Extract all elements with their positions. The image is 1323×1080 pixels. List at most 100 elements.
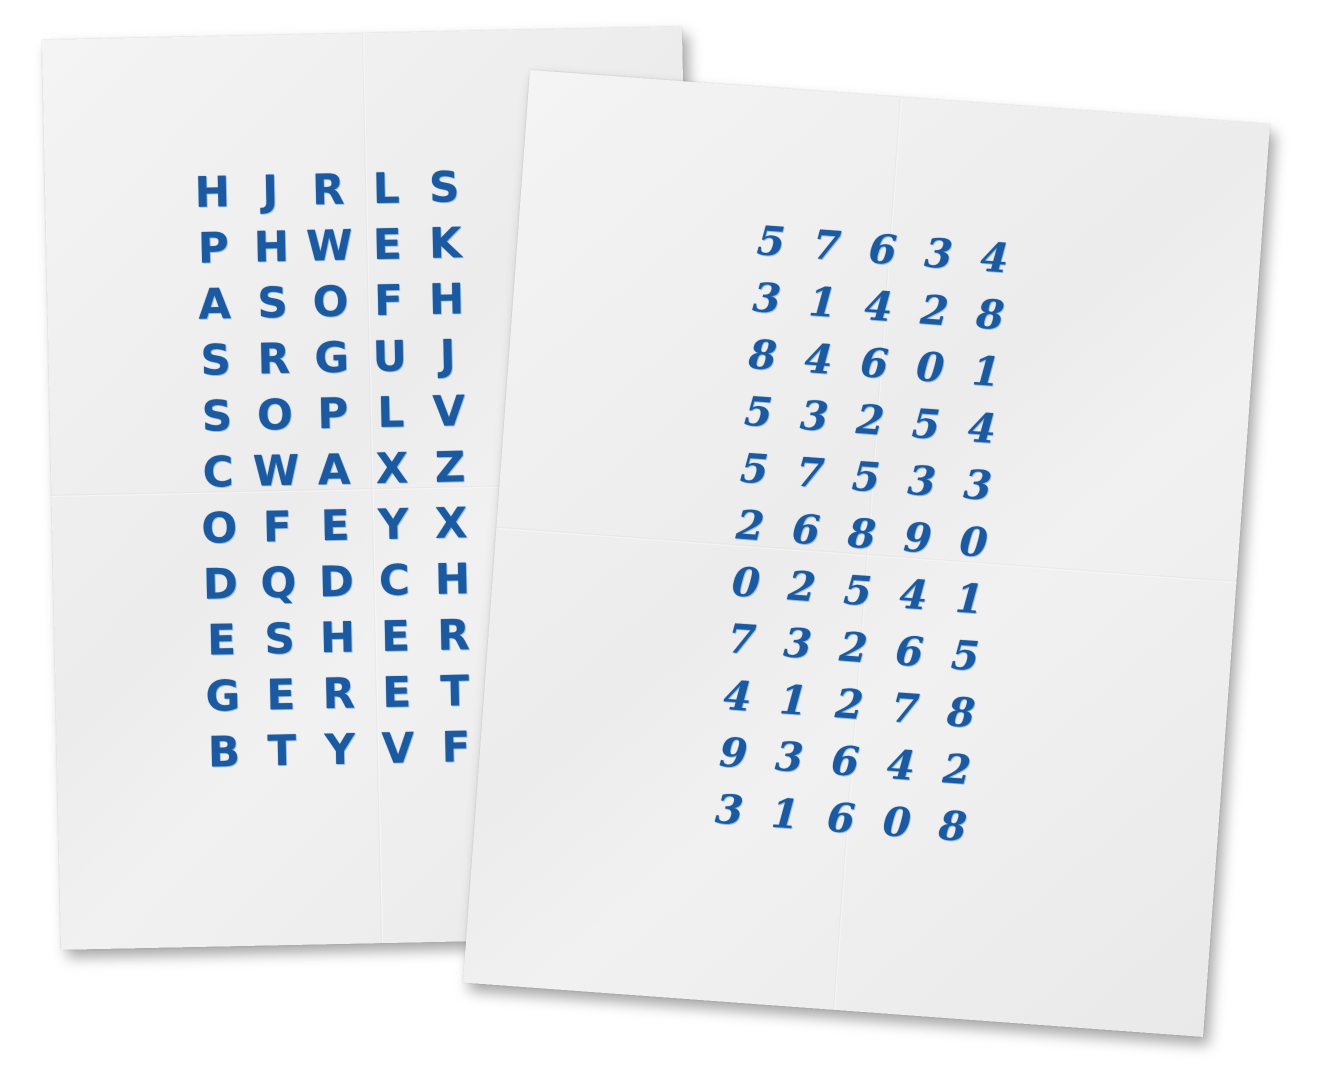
handwritten-glyph: H bbox=[253, 221, 290, 272]
handwritten-glyph: V bbox=[432, 386, 466, 436]
handwritten-glyph: 1 bbox=[777, 676, 810, 725]
handwritten-glyph: A bbox=[317, 444, 351, 495]
handwritten-glyph: 4 bbox=[885, 741, 917, 790]
handwritten-glyph: 5 bbox=[842, 566, 874, 616]
scene: HJRLSPHWEKASOFHSRGUJSOPLVCWAXZOFEYXDQDCH… bbox=[0, 0, 1323, 1080]
glyph-row: SOPLV bbox=[187, 383, 478, 445]
glyph-row: CWAXZ bbox=[189, 439, 480, 501]
handwritten-glyph: 5 bbox=[738, 444, 770, 494]
handwritten-glyph: 4 bbox=[897, 570, 930, 620]
handwritten-glyph: U bbox=[372, 331, 408, 382]
handwritten-glyph: F bbox=[373, 275, 404, 326]
glyph-row: HJRLS bbox=[183, 159, 474, 221]
handwritten-glyph: 6 bbox=[893, 627, 926, 677]
handwritten-glyph: 5 bbox=[910, 400, 942, 449]
handwritten-glyph: O bbox=[256, 389, 294, 440]
handwritten-glyph: 5 bbox=[949, 631, 981, 681]
numbers-sheet: 5763431428846015325457533268900254173265… bbox=[462, 70, 1271, 1037]
handwritten-glyph: L bbox=[372, 163, 401, 214]
handwritten-glyph: 2 bbox=[918, 286, 951, 336]
handwritten-glyph: 1 bbox=[807, 278, 839, 328]
handwritten-glyph: O bbox=[200, 503, 238, 553]
handwritten-glyph: S bbox=[428, 162, 460, 212]
handwritten-glyph: 0 bbox=[914, 343, 946, 393]
handwritten-glyph: Y bbox=[377, 499, 409, 550]
handwritten-glyph: S bbox=[200, 335, 232, 385]
handwritten-glyph: Q bbox=[260, 557, 297, 608]
handwritten-glyph: 5 bbox=[742, 387, 775, 437]
handwritten-glyph: 7 bbox=[889, 684, 921, 734]
handwritten-glyph: 3 bbox=[782, 619, 814, 669]
handwritten-glyph: 4 bbox=[966, 404, 998, 454]
handwritten-glyph: T bbox=[439, 666, 470, 716]
handwritten-glyph: X bbox=[375, 443, 409, 494]
glyph-row: GERET bbox=[193, 663, 484, 725]
handwritten-glyph: 6 bbox=[858, 339, 891, 388]
handwritten-glyph: X bbox=[434, 498, 468, 548]
handwritten-glyph: 0 bbox=[881, 797, 913, 847]
handwritten-glyph: R bbox=[311, 164, 345, 215]
handwritten-glyph: 2 bbox=[854, 395, 886, 445]
handwritten-glyph: L bbox=[376, 387, 405, 438]
handwritten-glyph: 1 bbox=[953, 574, 986, 624]
handwritten-glyph: 6 bbox=[790, 505, 822, 555]
handwritten-glyph: 0 bbox=[730, 558, 762, 608]
handwritten-glyph: F bbox=[441, 722, 471, 772]
handwritten-glyph: O bbox=[312, 276, 349, 327]
handwritten-glyph: D bbox=[318, 556, 355, 607]
handwritten-glyph: S bbox=[263, 613, 296, 664]
handwritten-glyph: 0 bbox=[957, 517, 990, 567]
handwritten-glyph: H bbox=[319, 612, 356, 663]
handwritten-glyph: E bbox=[320, 500, 351, 551]
handwritten-glyph: J bbox=[261, 166, 279, 216]
numbers-grid: 5763431428846015325457533268900254173265… bbox=[699, 211, 1024, 857]
handwritten-glyph: 8 bbox=[945, 688, 977, 738]
handwritten-glyph: 4 bbox=[978, 233, 1011, 283]
handwritten-glyph: 3 bbox=[798, 391, 831, 441]
handwritten-glyph: H bbox=[428, 274, 465, 324]
handwritten-glyph: 4 bbox=[722, 671, 754, 721]
handwritten-glyph: E bbox=[380, 611, 411, 662]
handwritten-glyph: A bbox=[197, 279, 232, 329]
handwritten-glyph: R bbox=[257, 333, 291, 384]
handwritten-glyph: 2 bbox=[837, 623, 870, 673]
handwritten-glyph: 7 bbox=[726, 615, 758, 665]
handwritten-glyph: P bbox=[197, 223, 230, 273]
handwritten-glyph: 2 bbox=[833, 680, 865, 730]
letters-grid: HJRLSPHWEKASOFHSRGUJSOPLVCWAXZOFEYXDQDCH… bbox=[183, 159, 486, 781]
handwritten-glyph: 8 bbox=[846, 509, 878, 559]
handwritten-glyph: E bbox=[381, 667, 412, 718]
glyph-row: PHWEK bbox=[184, 215, 475, 277]
handwritten-glyph: Y bbox=[324, 724, 356, 775]
handwritten-glyph: 1 bbox=[769, 789, 801, 839]
handwritten-glyph: 3 bbox=[962, 460, 994, 510]
handwritten-glyph: 6 bbox=[825, 793, 857, 843]
handwritten-glyph: 9 bbox=[902, 513, 934, 563]
glyph-row: DQDCH bbox=[191, 551, 482, 613]
handwritten-glyph: 6 bbox=[867, 225, 899, 275]
handwritten-glyph: 3 bbox=[751, 274, 783, 323]
handwritten-glyph: 1 bbox=[970, 347, 1002, 397]
handwritten-glyph: S bbox=[256, 277, 289, 328]
handwritten-glyph: 8 bbox=[747, 330, 779, 380]
glyph-row: ASOFH bbox=[185, 271, 476, 333]
handwritten-glyph: E bbox=[265, 669, 296, 720]
handwritten-glyph: 3 bbox=[773, 732, 805, 782]
handwritten-glyph: P bbox=[316, 388, 349, 439]
handwritten-glyph: J bbox=[439, 330, 457, 380]
handwritten-glyph: C bbox=[202, 447, 234, 497]
handwritten-glyph: 8 bbox=[974, 290, 1006, 340]
handwritten-glyph: 2 bbox=[786, 562, 818, 612]
handwritten-glyph: W bbox=[305, 220, 354, 271]
handwritten-glyph: 4 bbox=[862, 282, 895, 332]
handwritten-glyph: R bbox=[436, 610, 471, 660]
handwritten-glyph: 7 bbox=[811, 221, 843, 271]
handwritten-glyph: 7 bbox=[794, 448, 826, 498]
handwritten-glyph: G bbox=[313, 332, 350, 383]
glyph-row: OFEYX bbox=[190, 495, 481, 557]
handwritten-glyph: 5 bbox=[850, 452, 882, 502]
handwritten-glyph: 3 bbox=[713, 785, 745, 835]
handwritten-glyph: H bbox=[194, 167, 231, 217]
handwritten-glyph: T bbox=[267, 725, 297, 776]
handwritten-glyph: 3 bbox=[923, 229, 955, 279]
